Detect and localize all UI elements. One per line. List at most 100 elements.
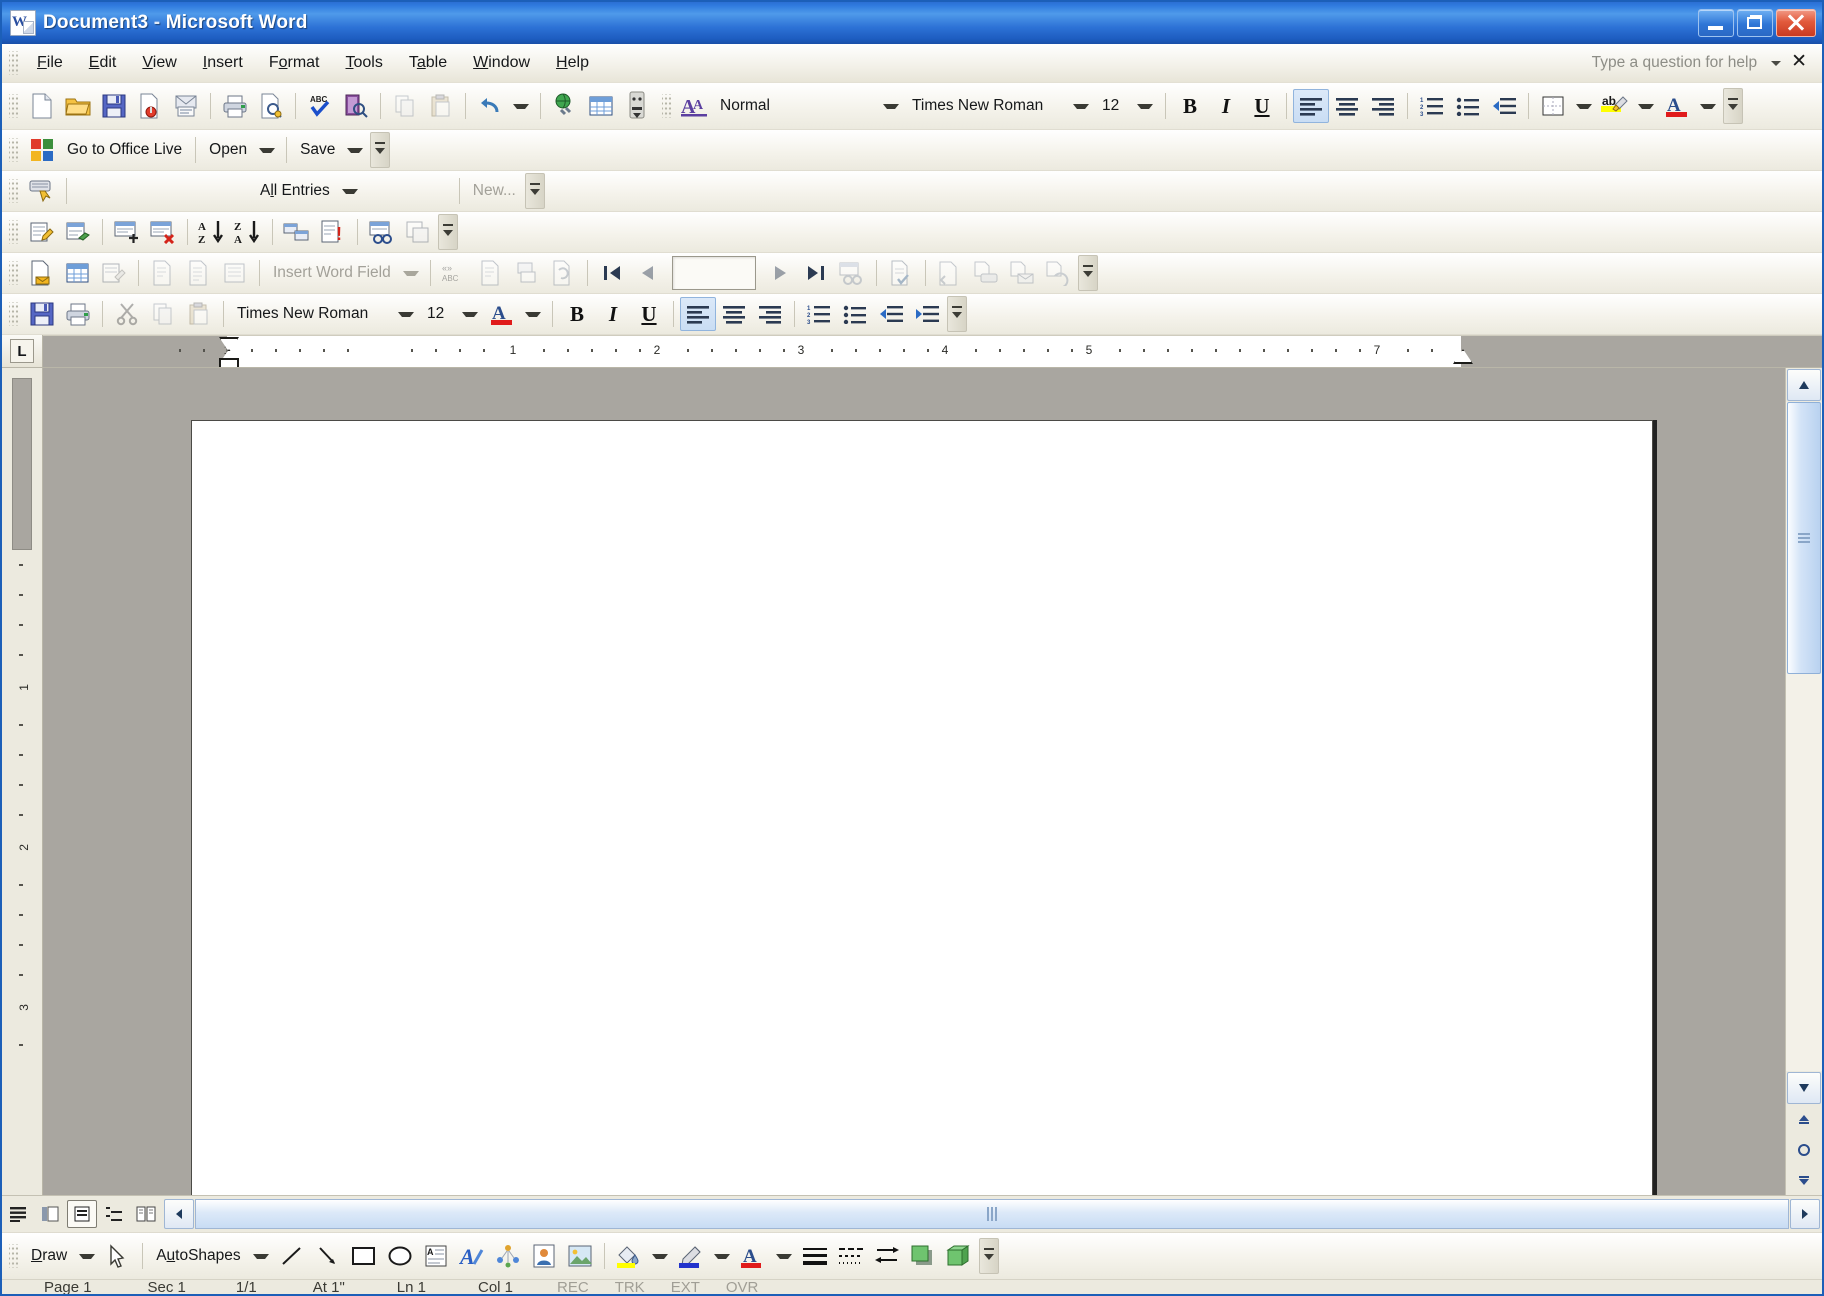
scroll-down-button[interactable]	[1787, 1072, 1821, 1104]
align-left-button-secondary[interactable]	[680, 297, 716, 331]
fill-color-button[interactable]	[611, 1239, 647, 1273]
main-document-setup-button[interactable]	[24, 256, 60, 290]
underline-button[interactable]: U	[1244, 89, 1280, 123]
office-live-overflow[interactable]	[370, 132, 391, 168]
font-name-combo[interactable]: Times New Roman	[905, 91, 1095, 121]
bold-button[interactable]: B	[1172, 89, 1208, 123]
insert-greeting-line-button[interactable]	[181, 256, 217, 290]
status-rec[interactable]: REC	[557, 1280, 589, 1294]
fill-color-caret[interactable]	[651, 1253, 668, 1259]
autotext-new-button[interactable]: New...	[466, 182, 523, 200]
text-box-button[interactable]: A	[418, 1239, 454, 1273]
ask-a-question-input[interactable]: Type a question for help	[1586, 52, 1763, 74]
first-record-button[interactable]	[594, 256, 630, 290]
show-formatting-marks-button[interactable]	[619, 89, 655, 123]
autoshapes-menu-caret[interactable]	[252, 1253, 269, 1259]
undo-button[interactable]	[472, 89, 508, 123]
view-merged-data-button[interactable]: «» ABC	[437, 256, 473, 290]
drawing-overflow[interactable]	[978, 1238, 999, 1274]
increase-indent-button-secondary[interactable]	[909, 297, 945, 331]
align-right-button[interactable]	[1365, 89, 1401, 123]
find-entry-button[interactable]	[834, 256, 870, 290]
insert-wordart-button[interactable]: A	[454, 1239, 490, 1273]
style-combo[interactable]: Normal	[713, 91, 905, 121]
font-color-dropdown-caret[interactable]	[1700, 103, 1716, 109]
bullets-button[interactable]	[1450, 89, 1486, 123]
font-dropdown-caret-secondary[interactable]	[398, 311, 414, 317]
minimize-button[interactable]	[1698, 9, 1734, 37]
insert-database-button[interactable]	[279, 215, 315, 249]
font-color-button-secondary[interactable]: A	[484, 297, 520, 331]
database-overflow[interactable]	[438, 214, 458, 250]
menu-insert[interactable]: Insert	[190, 49, 256, 77]
data-form-button[interactable]	[60, 215, 96, 249]
normal-view-button[interactable]	[3, 1200, 33, 1228]
vertical-scroll-track[interactable]	[1786, 402, 1822, 1071]
font-color-caret-drawing[interactable]	[775, 1253, 792, 1259]
database-toolbar-grip[interactable]	[9, 220, 18, 244]
save-button[interactable]	[24, 297, 60, 331]
insert-word-field-caret[interactable]	[402, 270, 419, 276]
select-objects-button[interactable]	[100, 1239, 136, 1273]
line-color-button[interactable]	[673, 1239, 709, 1273]
autotext-toolbar-grip[interactable]	[9, 179, 18, 203]
formatting2-overflow[interactable]	[947, 296, 967, 332]
print-preview-button[interactable]	[253, 89, 289, 123]
left-indent-marker[interactable]	[219, 358, 239, 367]
open-button[interactable]	[60, 89, 96, 123]
font-color-button[interactable]: A	[1659, 89, 1695, 123]
font-size-combo[interactable]: 12	[1095, 91, 1159, 121]
insert-hyperlink-button[interactable]	[547, 89, 583, 123]
new-blank-document-button[interactable]	[24, 89, 60, 123]
vertical-scrollbar[interactable]	[1785, 368, 1822, 1195]
vertical-scroll-thumb[interactable]	[1787, 402, 1821, 674]
italic-button-secondary[interactable]: I	[595, 297, 631, 331]
arrow-style-button[interactable]	[869, 1239, 905, 1273]
office-live-save-button[interactable]: Save	[293, 141, 342, 159]
line-style-button[interactable]	[797, 1239, 833, 1273]
next-record-button[interactable]	[762, 256, 798, 290]
menu-table[interactable]: Table	[396, 49, 460, 77]
merge-to-printer-button[interactable]	[968, 256, 1004, 290]
insert-table-button[interactable]	[583, 89, 619, 123]
office-live-open-button[interactable]: Open	[202, 141, 254, 159]
document-page[interactable]	[191, 420, 1653, 1195]
office-live-save-caret[interactable]	[347, 147, 364, 153]
insert-address-block-button[interactable]	[145, 256, 181, 290]
merge-record-number-input[interactable]	[671, 256, 756, 290]
tab-stop-selector[interactable]: L	[2, 335, 43, 367]
sort-descending-button[interactable]: ZA	[230, 215, 266, 249]
formatting-toolbar-grip[interactable]	[662, 94, 671, 118]
last-record-button[interactable]	[798, 256, 834, 290]
print-button[interactable]	[217, 89, 253, 123]
font-name-combo-secondary[interactable]: Times New Roman	[230, 299, 420, 329]
all-entries-caret[interactable]	[341, 188, 358, 194]
insert-clip-art-button[interactable]	[526, 1239, 562, 1273]
cut-button[interactable]	[109, 297, 145, 331]
dash-style-button[interactable]	[833, 1239, 869, 1273]
horizontal-ruler[interactable]: 1 1 2 3 4 5 7	[43, 335, 1822, 367]
add-new-record-button[interactable]	[109, 215, 145, 249]
select-browse-object-button[interactable]	[1786, 1135, 1822, 1165]
scroll-right-button[interactable]	[1790, 1199, 1820, 1229]
save-button[interactable]	[96, 89, 132, 123]
print-button[interactable]	[60, 297, 96, 331]
bullets-button-secondary[interactable]	[837, 297, 873, 331]
autoshapes-menu-button[interactable]: AutoShapes	[149, 1247, 247, 1265]
insert-word-field-button[interactable]: Insert Word Field	[266, 264, 398, 282]
mail-merge-recipients-button[interactable]	[96, 256, 132, 290]
office-live-open-caret[interactable]	[259, 147, 276, 153]
standard-toolbar-grip[interactable]	[9, 94, 18, 118]
paste-button[interactable]	[423, 89, 459, 123]
font-size-dropdown-caret-secondary[interactable]	[462, 311, 478, 317]
bold-button-secondary[interactable]: B	[559, 297, 595, 331]
center-button-secondary[interactable]	[716, 297, 752, 331]
email-button[interactable]	[168, 89, 204, 123]
draw-menu-caret[interactable]	[79, 1253, 96, 1259]
spelling-grammar-button[interactable]: ABC	[302, 89, 338, 123]
office-live-toolbar-grip[interactable]	[9, 138, 18, 162]
research-button[interactable]	[338, 89, 374, 123]
mail-merge-overflow[interactable]	[1077, 255, 1098, 291]
arrow-button[interactable]	[310, 1239, 346, 1273]
merge-to-new-document-button[interactable]	[932, 256, 968, 290]
